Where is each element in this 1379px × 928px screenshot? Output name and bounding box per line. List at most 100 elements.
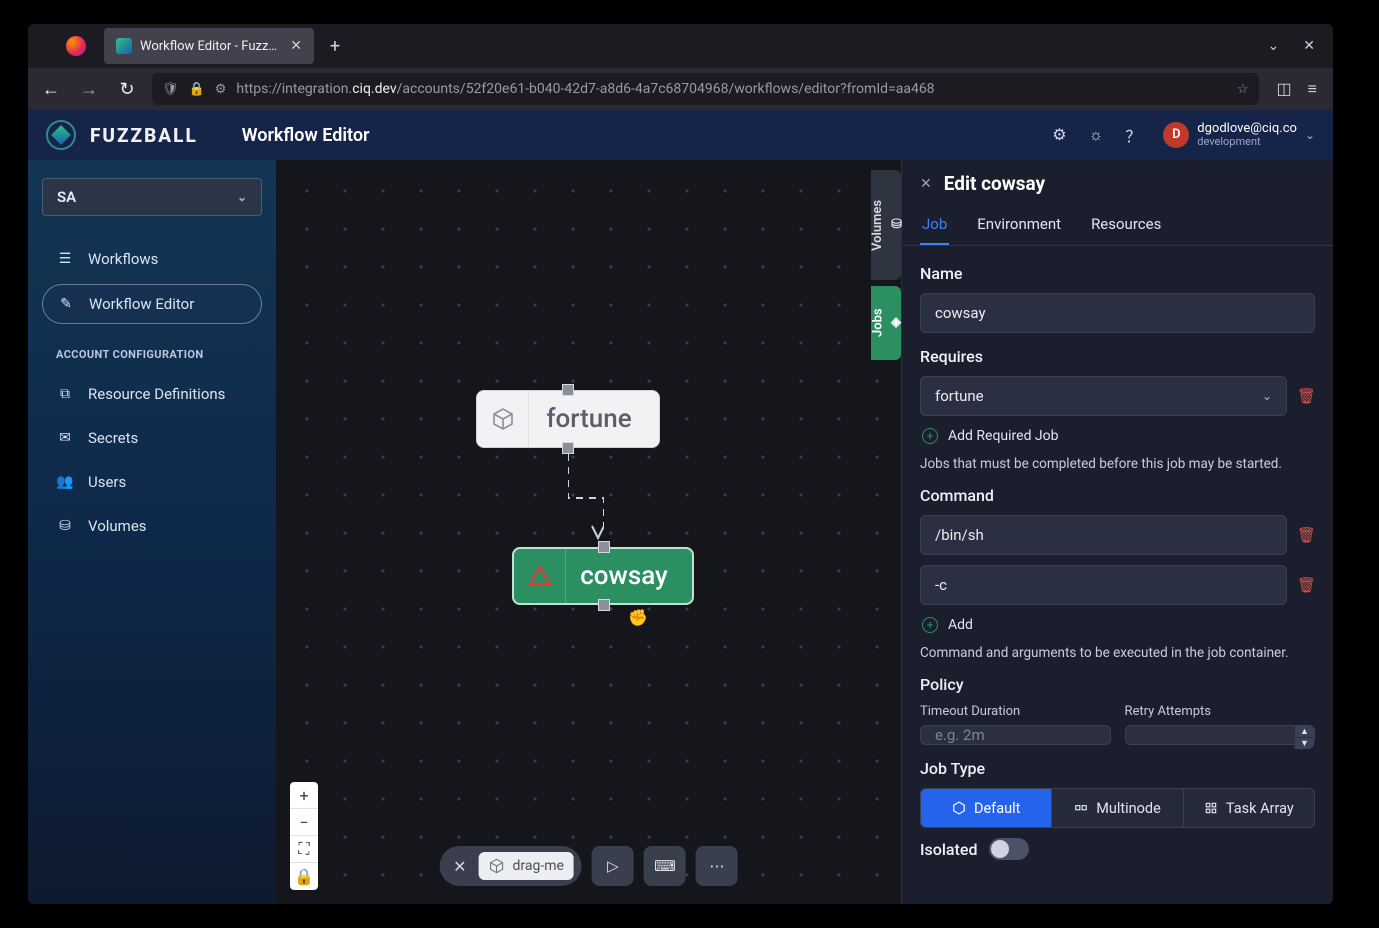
command-input-0[interactable]: /bin/sh bbox=[920, 515, 1287, 555]
node-cowsay[interactable]: cowsay bbox=[512, 547, 694, 605]
node-label: cowsay bbox=[566, 561, 692, 591]
retry-stepper[interactable]: ▲ ▼ bbox=[1125, 725, 1316, 745]
sidebar-item-secrets[interactable]: ✉ Secrets bbox=[42, 419, 262, 457]
panel-close-button[interactable]: ✕ bbox=[920, 176, 932, 192]
settings-gear-icon[interactable]: ⚙ bbox=[1052, 125, 1066, 144]
cube-icon bbox=[477, 391, 529, 447]
sidebar-item-resource-definitions[interactable]: ⧉ Resource Definitions bbox=[42, 375, 262, 413]
add-command-button[interactable]: + Add bbox=[920, 615, 1315, 635]
browser-window: Workflow Editor - Fuzzba ✕ + ⌄ ✕ ← → ↻ 🛡… bbox=[28, 24, 1333, 904]
tab-resources[interactable]: Resources bbox=[1089, 207, 1163, 245]
retry-label: Retry Attempts bbox=[1125, 704, 1316, 719]
add-required-job-button[interactable]: + Add Required Job bbox=[920, 426, 1315, 446]
user-menu[interactable]: D dgodlove@ciq.co development ⌄ bbox=[1163, 122, 1315, 148]
node-handle[interactable] bbox=[598, 541, 610, 553]
window-close-icon[interactable]: ✕ bbox=[1303, 38, 1315, 54]
requires-select[interactable]: fortune ⌄ bbox=[920, 376, 1287, 416]
canvas-toolbar: ✕ drag-me ▷ ⌨ ⋯ bbox=[439, 846, 738, 886]
zoom-out-button[interactable]: − bbox=[290, 809, 318, 836]
more-menu-button[interactable]: ⋯ bbox=[696, 846, 738, 886]
account-selector[interactable]: SA ⌄ bbox=[42, 178, 262, 216]
jobtype-default[interactable]: Default bbox=[921, 789, 1052, 827]
node-handle[interactable] bbox=[562, 384, 574, 396]
sidebar-item-label: Secrets bbox=[88, 429, 138, 447]
theme-toggle-icon[interactable]: ☼ bbox=[1089, 125, 1104, 145]
sidebar-item-label: Resource Definitions bbox=[88, 385, 225, 403]
resources-icon: ⧉ bbox=[56, 386, 74, 402]
url-bar[interactable]: 🛡 🔒 ⚙ https://integration.ciq.dev/accoun… bbox=[152, 73, 1259, 105]
volumes-icon: ⛁ bbox=[56, 518, 74, 534]
requires-help: Jobs that must be completed before this … bbox=[920, 456, 1315, 472]
node-label: fortune bbox=[529, 404, 659, 434]
sidebar-item-label: Workflows bbox=[88, 250, 158, 268]
help-icon[interactable]: ？ bbox=[1125, 123, 1141, 147]
nav-back-button[interactable]: ← bbox=[38, 79, 64, 100]
run-button[interactable]: ▷ bbox=[592, 846, 634, 886]
app-shell: FUZZBALL Workflow Editor ⚙ ☼ ？ D dgodlov… bbox=[28, 110, 1333, 904]
edge-fortune-to-cowsay bbox=[568, 454, 604, 542]
node-fortune[interactable]: fortune bbox=[476, 390, 660, 448]
browser-tab[interactable]: Workflow Editor - Fuzzba ✕ bbox=[104, 28, 314, 64]
avatar: D bbox=[1163, 122, 1189, 148]
canvas-tab-label: Jobs bbox=[871, 309, 886, 338]
command-help: Command and arguments to be executed in … bbox=[920, 645, 1315, 661]
sidebar-section-header: ACCOUNT CONFIGURATION bbox=[42, 330, 262, 369]
nav-forward-button[interactable]: → bbox=[76, 79, 102, 100]
close-tab-icon[interactable]: ✕ bbox=[290, 38, 302, 54]
zoom-controls: + − ⛶ 🔒 bbox=[290, 782, 318, 890]
warning-icon bbox=[514, 549, 566, 603]
stepper-down-button[interactable]: ▼ bbox=[1294, 738, 1314, 749]
url-text: https://integration.ciq.dev/accounts/52f… bbox=[236, 81, 934, 97]
delete-command-button[interactable]: 🗑 bbox=[1297, 576, 1315, 594]
sidebar-item-workflow-editor[interactable]: ✎ Workflow Editor bbox=[42, 284, 262, 324]
name-input[interactable]: cowsay bbox=[920, 293, 1315, 333]
tab-environment[interactable]: Environment bbox=[975, 207, 1063, 245]
canvas-tab-jobs[interactable]: Jobs ◈ bbox=[871, 286, 901, 360]
lock-icon: 🔒 bbox=[189, 82, 205, 97]
sidebar-item-label: Workflow Editor bbox=[89, 295, 194, 313]
canvas-tab-label: Volumes bbox=[870, 199, 885, 250]
secrets-icon: ✉ bbox=[56, 430, 74, 446]
drag-chip-label: drag-me bbox=[512, 858, 563, 874]
zoom-fit-button[interactable]: ⛶ bbox=[290, 836, 318, 863]
users-icon: 👥 bbox=[56, 474, 74, 490]
permissions-icon: ⚙ bbox=[215, 82, 227, 97]
browser-toolbar: ← → ↻ 🛡 🔒 ⚙ https://integration.ciq.dev/… bbox=[28, 68, 1333, 110]
app-menu-icon[interactable]: ≡ bbox=[1308, 79, 1317, 99]
bookmark-star-icon[interactable]: ☆ bbox=[1237, 82, 1249, 97]
isolated-toggle[interactable] bbox=[989, 838, 1029, 860]
name-label: Name bbox=[920, 264, 1315, 283]
new-tab-button[interactable]: + bbox=[320, 36, 350, 57]
add-command-label: Add bbox=[948, 617, 973, 633]
tab-favicon-icon bbox=[116, 38, 132, 54]
jobtype-segment: Default Multinode Task Array bbox=[920, 788, 1315, 828]
page-title: Workflow Editor bbox=[242, 125, 370, 146]
zoom-in-button[interactable]: + bbox=[290, 782, 318, 809]
keyboard-button[interactable]: ⌨ bbox=[644, 846, 686, 886]
tab-job[interactable]: Job bbox=[920, 207, 949, 245]
command-input-1[interactable]: -c bbox=[920, 565, 1287, 605]
tab-dropdown-icon[interactable]: ⌄ bbox=[1268, 38, 1280, 54]
delete-command-button[interactable]: 🗑 bbox=[1297, 526, 1315, 544]
sidebar-item-workflows[interactable]: ☰ Workflows bbox=[42, 240, 262, 278]
extensions-icon[interactable]: ◫ bbox=[1277, 79, 1292, 99]
canvas-tab-volumes[interactable]: Volumes ⛁ bbox=[871, 170, 901, 280]
drag-chip[interactable]: drag-me bbox=[478, 852, 573, 880]
node-handle[interactable] bbox=[598, 599, 610, 611]
jobtype-taskarray[interactable]: Task Array bbox=[1184, 789, 1314, 827]
chevron-down-icon: ⌄ bbox=[1262, 389, 1272, 403]
browser-tab-strip: Workflow Editor - Fuzzba ✕ + ⌄ ✕ bbox=[28, 24, 1333, 68]
app-top-bar: FUZZBALL Workflow Editor ⚙ ☼ ？ D dgodlov… bbox=[28, 110, 1333, 160]
jobtype-multinode[interactable]: Multinode bbox=[1052, 789, 1183, 827]
clear-drag-icon[interactable]: ✕ bbox=[447, 857, 470, 876]
edit-icon: ✎ bbox=[57, 296, 75, 312]
zoom-lock-button[interactable]: 🔒 bbox=[290, 863, 318, 890]
nav-reload-button[interactable]: ↻ bbox=[114, 79, 140, 100]
delete-required-button[interactable]: 🗑 bbox=[1297, 387, 1315, 405]
stepper-up-button[interactable]: ▲ bbox=[1294, 726, 1314, 738]
node-handle[interactable] bbox=[562, 442, 574, 454]
workflow-canvas[interactable]: fortune cowsay ✊ Volum bbox=[276, 160, 901, 904]
sidebar-item-users[interactable]: 👥 Users bbox=[42, 463, 262, 501]
timeout-input[interactable]: e.g. 2m bbox=[920, 725, 1111, 745]
sidebar-item-volumes[interactable]: ⛁ Volumes bbox=[42, 507, 262, 545]
